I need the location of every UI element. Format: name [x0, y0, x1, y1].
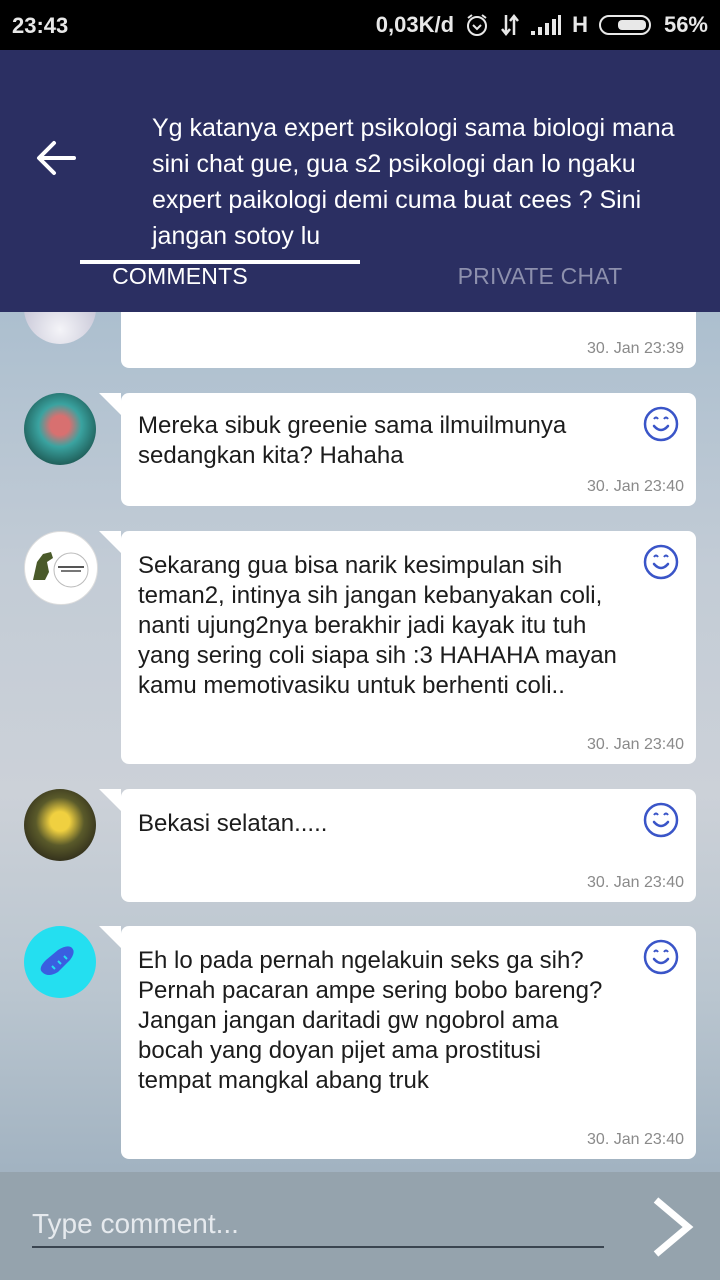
- tab-private-chat[interactable]: PRIVATE CHAT: [360, 240, 720, 312]
- network-type: H: [572, 12, 588, 37]
- avatar[interactable]: [24, 789, 96, 861]
- status-bar: 23:43 0,03K/d H 56%: [0, 0, 720, 50]
- smiley-icon[interactable]: [642, 543, 680, 581]
- dinosaur-icon: [33, 552, 89, 588]
- alarm-icon: [464, 12, 490, 38]
- smiley-icon[interactable]: [642, 405, 680, 443]
- comment-bubble: 30. Jan 23:39: [121, 312, 696, 368]
- comment-composer: [0, 1172, 720, 1280]
- comment-bubble: Mereka sibuk greenie sama ilmuilmunya se…: [99, 393, 696, 506]
- bread-icon: [40, 946, 74, 975]
- avatar[interactable]: [24, 531, 98, 605]
- status-time: 23:43: [12, 13, 69, 38]
- avatar[interactable]: [24, 926, 96, 998]
- comment-input[interactable]: [32, 1202, 604, 1248]
- network-speed: 0,03K/d: [375, 12, 455, 37]
- active-tab-indicator: [80, 260, 360, 264]
- signal-icon: [530, 14, 562, 36]
- battery-percent: 56%: [663, 12, 708, 37]
- comment-time: 30. Jan 23:40: [587, 874, 684, 891]
- comment-bubble: Bekasi selatan..... 30. Jan 23:40: [99, 789, 696, 902]
- back-button[interactable]: [28, 130, 84, 186]
- comment-time: 30. Jan 23:39: [587, 340, 684, 357]
- tab-bar: COMMENTS PRIVATE CHAT: [0, 240, 720, 312]
- comment-time: 30. Jan 23:40: [587, 478, 684, 495]
- comment-time: 30. Jan 23:40: [587, 736, 684, 753]
- comment-time: 30. Jan 23:40: [587, 1131, 684, 1148]
- comment-text: Eh lo pada pernah ngelakuin seks ga sih?…: [138, 947, 603, 1094]
- comment-bubble: Eh lo pada pernah ngelakuin seks ga sih?…: [99, 926, 696, 1159]
- app-header: Yg katanya expert psikologi sama biologi…: [0, 50, 720, 312]
- status-right: 0,03K/d H 56%: [376, 12, 708, 38]
- tab-comments[interactable]: COMMENTS: [0, 240, 360, 312]
- post-title: Yg katanya expert psikologi sama biologi…: [152, 114, 675, 250]
- comment-list[interactable]: 30. Jan 23:39 Mereka sibuk greenie sama …: [0, 312, 720, 1170]
- battery-icon: [598, 13, 654, 37]
- comment-text: Mereka sibuk greenie sama ilmuilmunya se…: [138, 412, 567, 469]
- comment-text: Sekarang gua bisa narik kesimpulan sih t…: [138, 552, 617, 699]
- arrow-left-icon: [37, 141, 76, 175]
- comment-bubble: Sekarang gua bisa narik kesimpulan sih t…: [99, 531, 696, 764]
- data-transfer-icon: [500, 13, 520, 37]
- comment-text: Bekasi selatan.....: [138, 810, 328, 837]
- smiley-icon[interactable]: [642, 938, 680, 976]
- send-button[interactable]: [644, 1194, 700, 1260]
- avatar[interactable]: [24, 393, 96, 465]
- avatar[interactable]: [24, 312, 96, 344]
- smiley-icon[interactable]: [642, 801, 680, 839]
